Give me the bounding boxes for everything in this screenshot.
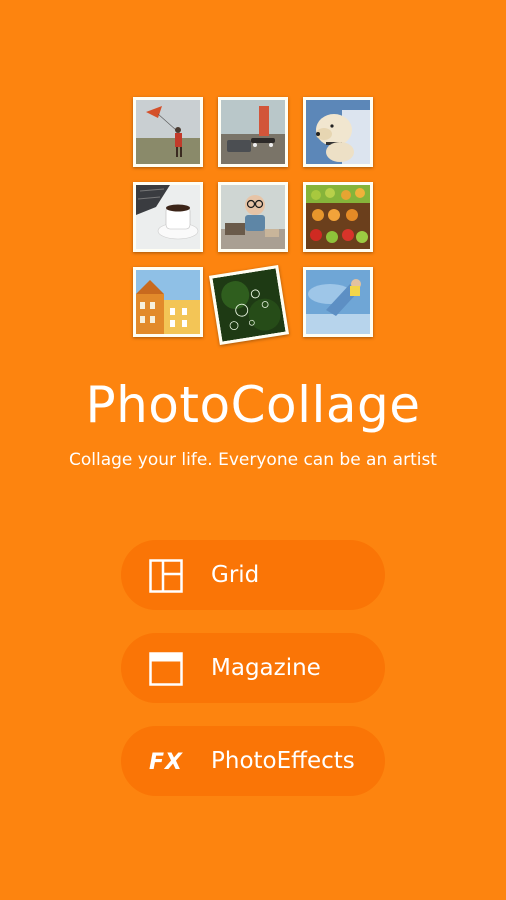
photo-collage-preview (0, 0, 506, 360)
kite-child-photo (136, 100, 200, 164)
fruit-market-photo (306, 185, 370, 249)
buildings-photo (136, 270, 200, 334)
thumbnail-kite-child (133, 97, 203, 167)
photoeffects-button-label: PhotoEffects (211, 748, 355, 774)
fx-icon: FX (149, 749, 183, 775)
grid-button-label: Grid (211, 562, 260, 588)
photoeffects-button[interactable]: FX PhotoEffects (121, 726, 385, 796)
grid-button[interactable]: Grid (121, 540, 385, 610)
dog-photo (306, 100, 370, 164)
child-glasses-photo (221, 185, 285, 249)
skateboard-photo (221, 100, 285, 164)
grid-layout-icon (149, 559, 183, 593)
bubbles-photo (212, 268, 286, 342)
thumbnail-buildings (133, 267, 203, 337)
thumbnail-dog (303, 97, 373, 167)
thumbnail-coffee-cup (133, 182, 203, 252)
thumbnail-bubbles (208, 264, 290, 346)
thumbnail-fruit-market (303, 182, 373, 252)
app-tagline: Collage your life. Everyone can be an ar… (69, 450, 437, 470)
thumbnail-child-glasses (218, 182, 288, 252)
magazine-button-label: Magazine (211, 655, 321, 681)
magazine-button[interactable]: Magazine (121, 633, 385, 703)
coffee-cup-photo (136, 185, 200, 249)
jump-sky-photo (306, 270, 370, 334)
magazine-layout-icon (149, 652, 183, 686)
app-title: PhotoCollage (85, 376, 421, 434)
thumbnail-jump-sky (303, 267, 373, 337)
thumbnail-skateboard (218, 97, 288, 167)
